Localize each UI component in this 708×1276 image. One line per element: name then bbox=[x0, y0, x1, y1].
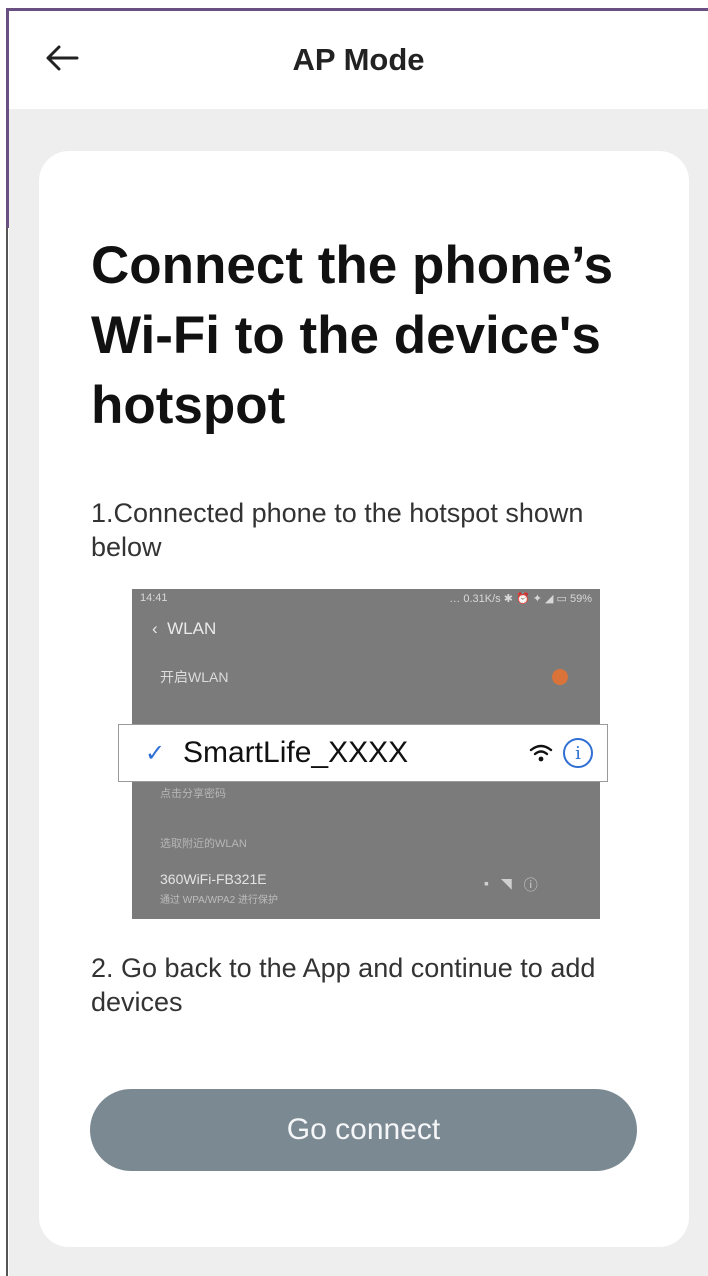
illustration-other-network: 360WiFi-FB321E bbox=[160, 871, 267, 887]
arrow-left-icon bbox=[46, 45, 79, 71]
lock-icon: ▪ bbox=[484, 875, 489, 891]
hotspot-network-row: ✓ SmartLife_XXXX i bbox=[118, 724, 608, 782]
toggle-icon bbox=[552, 669, 568, 685]
page-title: AP Mode bbox=[292, 42, 425, 77]
illustration-status-bar: 14:41 … 0.31K/s ✱ ⏰ ✦ ◢ ▭ 59% bbox=[140, 592, 592, 610]
wlan-header-label: WLAN bbox=[167, 619, 217, 638]
instruction-heading: Connect the phone’s Wi-Fi to the device'… bbox=[91, 236, 614, 435]
info-icon: ⓘ bbox=[523, 877, 538, 893]
app-screen: AP Mode Connect the phone’s Wi-Fi to the… bbox=[9, 11, 708, 1276]
window-frame-left-lower bbox=[6, 228, 8, 1276]
instruction-card: Connect the phone’s Wi-Fi to the device'… bbox=[39, 151, 689, 1247]
navigation-bar: AP Mode bbox=[9, 11, 708, 109]
info-icon: i bbox=[563, 738, 593, 768]
wifi-icon: ◥ bbox=[500, 875, 512, 891]
step-one-text: 1.Connected phone to the hotspot shown b… bbox=[91, 498, 584, 562]
go-connect-button[interactable]: Go connect bbox=[90, 1089, 637, 1171]
checkmark-icon: ✓ bbox=[145, 739, 166, 767]
step-two-text: 2. Go back to the App and continue to ad… bbox=[91, 953, 596, 1017]
illustration-toggle-row: 开启WLAN bbox=[160, 669, 229, 685]
wifi-icon bbox=[529, 744, 553, 762]
status-indicators: … 0.31K/s ✱ ⏰ ✦ ◢ ▭ 59% bbox=[449, 593, 592, 605]
illustration-other-network-sub: 通过 WPA/WPA2 进行保护 bbox=[160, 895, 278, 906]
hotspot-ssid: SmartLife_XXXX bbox=[183, 736, 409, 769]
chevron-left-icon: ‹ bbox=[152, 619, 168, 638]
status-time: 14:41 bbox=[140, 592, 168, 604]
wlan-settings-illustration: 14:41 … 0.31K/s ✱ ⏰ ✦ ◢ ▭ 59% ‹ WLAN 开启W… bbox=[118, 589, 608, 919]
illustration-other-network-icons: ▪ ◥ ⓘ bbox=[484, 875, 538, 895]
illustration-choose-row: 选取附近的WLAN bbox=[160, 838, 247, 850]
illustration-wlan-header: ‹ WLAN bbox=[152, 619, 216, 639]
illustration-share-row: 点击分享密码 bbox=[160, 788, 226, 800]
back-button[interactable] bbox=[37, 33, 87, 83]
